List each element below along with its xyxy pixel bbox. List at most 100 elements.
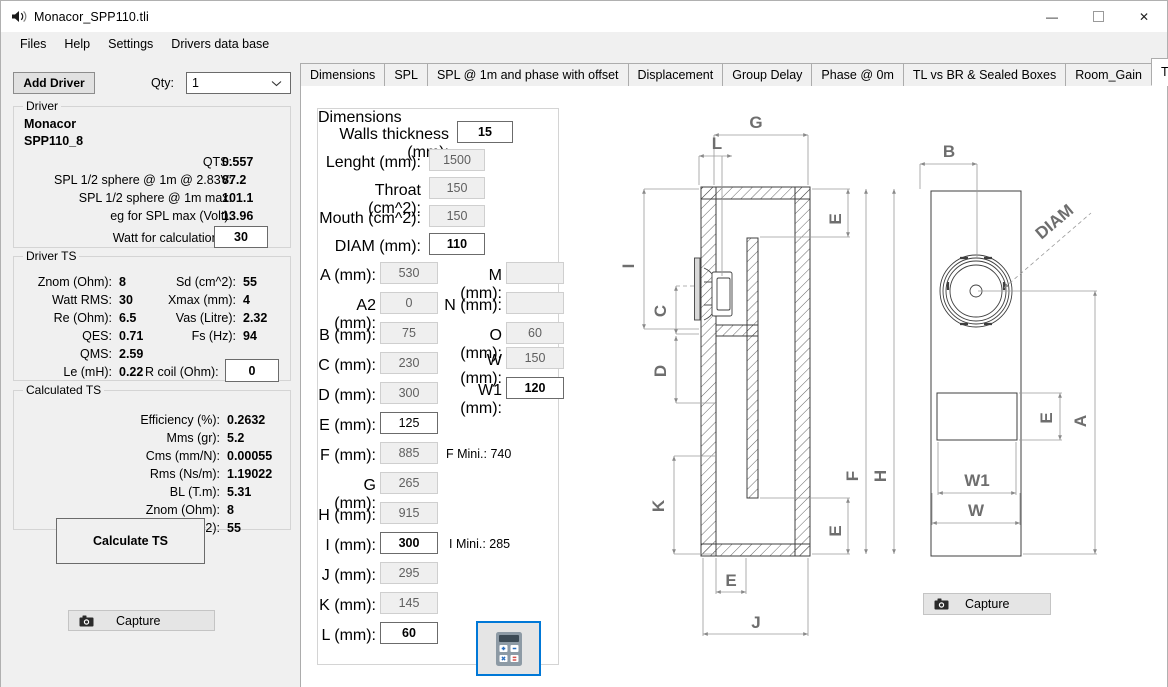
cts-efficiency-value: 0.2632	[227, 413, 266, 427]
dimensions-groupbox: Dimensions Walls thickness (mm): 15 Leng…	[317, 108, 564, 665]
cts-bl-value: 5.31	[227, 485, 252, 499]
application-window: Monacor_SPP110.tli — ✕ Files Help Settin…	[0, 0, 1168, 687]
f-label: F (mm):	[320, 447, 376, 464]
chevron-down-icon	[271, 80, 282, 87]
tab-dimensions[interactable]: Dimensions	[300, 63, 386, 86]
f-input[interactable]: 885	[380, 442, 438, 464]
ts-znom-label: Znom (Ohm):	[37, 275, 112, 289]
add-driver-button[interactable]: Add Driver	[13, 72, 95, 94]
dim-label-c: C	[651, 305, 670, 317]
driver-model: SPP110_8	[24, 134, 84, 148]
a-input[interactable]: 530	[380, 262, 438, 284]
tab-room-gain[interactable]: Room_Gain	[1065, 63, 1152, 86]
ts-fs-value: 94	[243, 329, 257, 343]
driver-row-eg-label: eg for SPL max (Volt):	[110, 209, 232, 223]
ts-rcoil-label: R coil (Ohm):	[145, 365, 219, 379]
menu-item-help[interactable]: Help	[55, 34, 99, 54]
ts-vas-value: 2.32	[243, 311, 268, 325]
tab-phase-0m[interactable]: Phase @ 0m	[811, 63, 904, 86]
h-input[interactable]: 915	[380, 502, 438, 524]
window-controls: — ✕	[1029, 1, 1167, 32]
tab-displacement[interactable]: Displacement	[627, 63, 724, 86]
menu-item-files[interactable]: Files	[11, 34, 55, 54]
dim-label-i: I	[619, 264, 638, 269]
calculator-button[interactable]	[476, 621, 541, 676]
ts-wattrms-value: 30	[119, 293, 133, 307]
a2-input[interactable]: 0	[380, 292, 438, 314]
tab-strip: Dimensions SPL SPL @ 1m and phase with o…	[300, 58, 1168, 87]
cts-bl-label: BL (T.m):	[169, 485, 220, 499]
j-label: J (mm):	[321, 567, 376, 584]
walls-thickness-input[interactable]: 15	[457, 121, 513, 143]
w1-input[interactable]: 120	[506, 377, 564, 399]
tab-spl-1m-phase-offset[interactable]: SPL @ 1m and phase with offset	[426, 63, 629, 86]
ts-vas-label: Vas (Litre):	[175, 311, 236, 325]
mouth-input[interactable]: 150	[429, 205, 485, 227]
ts-rcoil-input[interactable]: 0	[225, 359, 279, 382]
dim-label-e-horizontal: E	[725, 571, 736, 590]
watt-for-calculation-input[interactable]: 30	[214, 226, 268, 248]
capture-button-left[interactable]: Capture	[68, 610, 215, 631]
lenght-input[interactable]: 1500	[429, 149, 485, 171]
tab-spl[interactable]: SPL	[384, 63, 428, 86]
b-label: B (mm):	[319, 327, 376, 344]
menu-item-settings[interactable]: Settings	[99, 34, 162, 54]
c-label: C (mm):	[318, 357, 376, 374]
m-input[interactable]	[506, 262, 564, 284]
diam-input[interactable]: 110	[429, 233, 485, 255]
w-input[interactable]: 150	[506, 347, 564, 369]
dim-label-g: G	[749, 113, 762, 132]
cts-efficiency-label: Efficiency (%):	[140, 413, 220, 427]
tab-tl-drawing[interactable]: TL drawing	[1150, 58, 1168, 86]
dim-label-l: L	[712, 134, 722, 153]
mouth-label: Mouth (cm^2):	[319, 210, 421, 227]
tl-drawing-canvas: G L E I C D K E F H E J B DIAM A E W1 W	[586, 86, 1166, 676]
tab-group-delay[interactable]: Group Delay	[722, 63, 813, 86]
throat-input[interactable]: 150	[429, 177, 485, 199]
driver-ts-groupbox: Driver TS Znom (Ohm): 8 Watt RMS: 30 Re …	[13, 249, 291, 382]
dim-label-a: A	[1071, 415, 1090, 427]
driver-row-spl283-value: 87.2	[222, 173, 247, 187]
ts-qms-label: QMS:	[80, 347, 112, 361]
k-input[interactable]: 145	[380, 592, 438, 614]
cts-znom-value: 8	[227, 503, 234, 517]
e-input[interactable]: 125	[380, 412, 438, 434]
dimensions-legend: Dimensions	[318, 109, 558, 127]
close-button[interactable]: ✕	[1121, 1, 1167, 32]
minimize-button[interactable]: —	[1029, 1, 1075, 32]
o-input[interactable]: 60	[506, 322, 564, 344]
maximize-button[interactable]	[1075, 1, 1121, 32]
tab-tl-vs-br-sealed-boxes[interactable]: TL vs BR & Sealed Boxes	[902, 63, 1067, 86]
ts-xmax-label: Xmax (mm):	[167, 293, 236, 307]
left-panel: Add Driver Qty: 1 Driver Monacor SPP110_…	[1, 59, 300, 687]
ts-fs-label: Fs (Hz):	[191, 329, 236, 343]
dim-label-e-bottom: E	[826, 525, 845, 536]
d-input[interactable]: 300	[380, 382, 438, 404]
n-input[interactable]	[506, 292, 564, 314]
calculated-ts-legend: Calculated TS	[23, 383, 105, 397]
qty-label: Qty:	[151, 76, 174, 90]
w1-label: W1 (mm):	[460, 382, 502, 417]
b-input[interactable]: 75	[380, 322, 438, 344]
title-bar: Monacor_SPP110.tli — ✕	[1, 1, 1167, 32]
ts-re-label: Re (Ohm):	[53, 311, 112, 325]
driver-row-spl283-label: SPL 1/2 sphere @ 1m @ 2.83V:	[53, 173, 232, 187]
i-input[interactable]: 300	[380, 532, 438, 554]
c-input[interactable]: 230	[380, 352, 438, 374]
g-input[interactable]: 265	[380, 472, 438, 494]
ts-qes-value: 0.71	[119, 329, 144, 343]
j-input[interactable]: 295	[380, 562, 438, 584]
ts-sd-label: Sd (cm^2):	[175, 275, 236, 289]
window-title: Monacor_SPP110.tli	[34, 9, 149, 24]
ts-xmax-value: 4	[243, 293, 250, 307]
dim-label-e-port: E	[1037, 412, 1056, 423]
qty-select[interactable]: 1	[186, 72, 291, 94]
ts-sd-value: 55	[243, 275, 257, 289]
l-input[interactable]: 60	[380, 622, 438, 644]
dim-label-w: W	[968, 501, 985, 520]
calculate-ts-button[interactable]: Calculate TS	[56, 518, 205, 564]
menu-item-drivers-data-base[interactable]: Drivers data base	[162, 34, 278, 54]
ts-wattrms-label: Watt RMS:	[52, 293, 112, 307]
driver-row-eg-value: 13.96	[222, 209, 254, 223]
camera-icon	[79, 615, 94, 627]
